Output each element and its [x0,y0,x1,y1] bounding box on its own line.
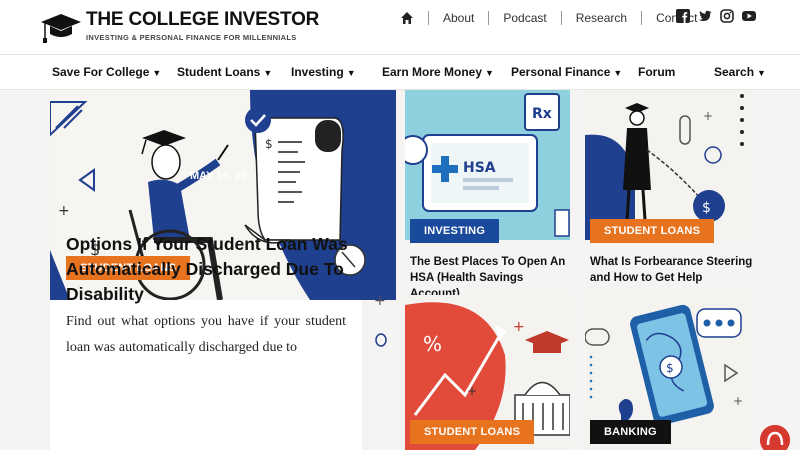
rx-label: Rx [532,106,552,122]
chevron-down-icon: ▼ [613,68,623,78]
category-badge[interactable]: STUDENT LOANS [410,420,535,444]
svg-text:$: $ [702,200,711,216]
menu-save-for-college[interactable]: Save For College ▼ [52,65,161,79]
help-icon [760,425,790,450]
menu-label: Personal Finance [511,65,611,79]
article-card-image[interactable]: $ + [585,90,750,240]
nav-divider [428,11,429,25]
instagram-icon[interactable] [720,9,734,23]
chevron-down-icon: ▼ [152,68,162,78]
menu-label: Search [714,65,755,79]
svg-text:$: $ [666,361,674,375]
site-tagline: INVESTING & PERSONAL FINANCE FOR MILLENN… [86,33,297,42]
graduation-cap-icon [41,14,81,43]
nav-link-research[interactable]: Research [576,11,627,25]
top-navigation: About Podcast Research Contact [400,10,697,26]
article-title[interactable]: What Is Forbearance Steering and How to … [590,254,755,286]
facebook-icon[interactable] [676,9,690,23]
svg-text:+: + [58,203,70,219]
help-chat-button[interactable] [760,425,790,450]
featured-article-excerpt: Find out what options you have if your s… [66,314,346,355]
social-links [676,9,756,23]
youtube-icon[interactable] [742,9,756,23]
main-navigation: Save For College ▼ Student Loans ▼ Investi… [0,54,800,90]
chevron-down-icon: ▼ [485,68,494,78]
decorative-shapes: + [374,293,387,347]
svg-text:+: + [513,319,525,335]
site-title: THE COLLEGE INVESTOR [86,9,320,30]
chevron-down-icon: ▼ [346,68,356,78]
article-card-image[interactable]: HSA Rx [405,90,570,240]
home-icon[interactable] [400,11,414,25]
category-badge[interactable]: INVESTING [410,219,500,243]
forbearance-illustration: $ + [585,90,750,240]
chevron-down-icon: ▼ [263,68,273,78]
svg-text:$: $ [265,137,273,151]
svg-text:+: + [467,384,477,398]
post-date: MAY 16, 20 [190,170,247,182]
featured-article-title[interactable]: Options If Your Student Loan Was Automat… [66,232,366,307]
hsa-illustration: HSA Rx [405,90,570,240]
site-header: THE COLLEGE INVESTOR INVESTING & PERSONA… [0,0,800,54]
nav-divider [641,11,643,25]
nav-divider [560,11,562,25]
category-badge[interactable]: STUDENT LOANS [590,219,715,243]
menu-student-loans[interactable]: Student Loans ▼ [177,65,272,79]
svg-text:+: + [733,394,743,408]
menu-forum[interactable]: Forum [638,65,675,79]
menu-label: Save For College [52,65,150,79]
nav-link-about[interactable]: About [443,11,474,25]
menu-search[interactable]: Search ▼ [714,65,766,79]
menu-label: Forum [638,65,676,79]
hsa-label: HSA [463,160,496,176]
menu-personal-finance[interactable]: Personal Finance ▼ [511,65,622,79]
menu-label: Earn More Money [382,65,483,79]
nav-link-podcast[interactable]: Podcast [503,11,546,25]
twitter-icon[interactable] [698,9,712,23]
svg-text:+: + [703,109,713,123]
menu-label: Investing [291,65,344,79]
svg-text:%: % [423,332,442,356]
nav-divider [488,11,490,25]
site-logo[interactable]: THE COLLEGE INVESTOR INVESTING & PERSONA… [40,10,319,44]
svg-text:+: + [374,293,386,309]
menu-label: Student Loans [177,65,261,79]
menu-earn-more-money[interactable]: Earn More Money ▼ [382,65,494,79]
chevron-down-icon: ▼ [757,68,766,78]
menu-investing[interactable]: Investing ▼ [291,65,356,79]
category-badge[interactable]: BANKING [590,420,671,444]
